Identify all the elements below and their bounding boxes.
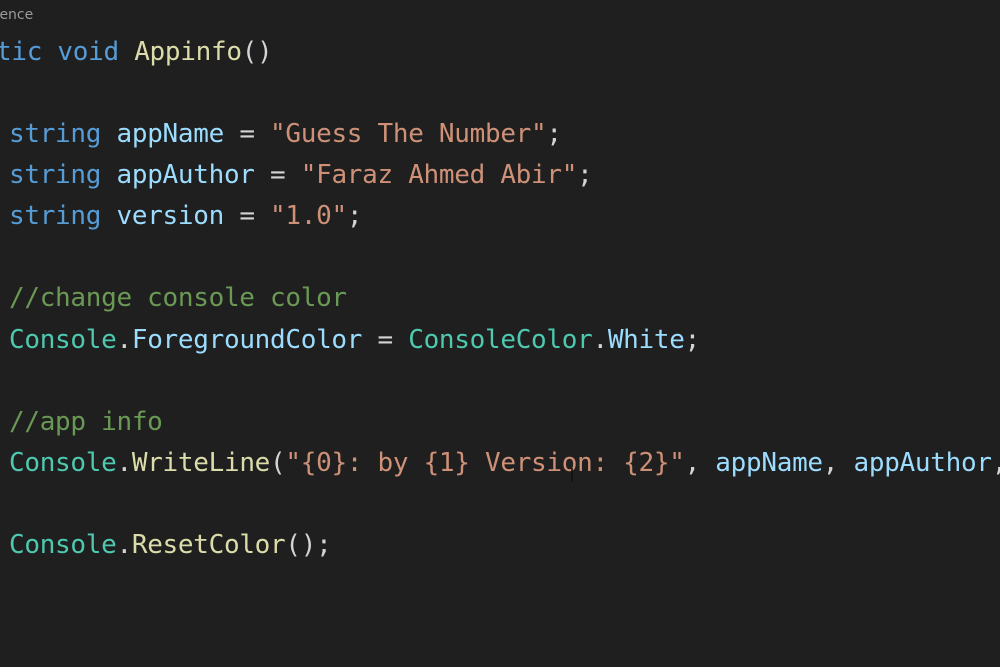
method-name: Appinfo	[134, 37, 242, 67]
variable-name: version	[116, 201, 224, 231]
method-call: WriteLine	[131, 448, 271, 478]
semicolon: ;	[684, 325, 701, 355]
code-editor[interactable]: rence tic void Appinfo() string appName …	[0, 0, 1000, 667]
return-type-keyword: void	[57, 37, 119, 67]
open-paren: (	[270, 448, 286, 478]
comment: //change console color	[9, 283, 347, 313]
argument-appauthor: appAuthor	[853, 448, 992, 478]
semicolon: ;	[577, 160, 593, 190]
separator: ,	[822, 448, 854, 478]
type-keyword: string	[9, 119, 102, 149]
code-line-appname[interactable]: string appName = "Guess The Number";	[9, 117, 562, 151]
class-name: Console	[9, 325, 117, 355]
enum-member: White	[607, 325, 685, 355]
string-literal: "Faraz Ahmed Abir"	[300, 160, 578, 190]
type-keyword: string	[9, 201, 102, 231]
string-literal: "Guess The Number"	[270, 119, 547, 149]
semicolon: ;	[546, 119, 562, 149]
assign-operator: =	[254, 160, 301, 190]
class-name: Console	[9, 530, 117, 560]
type-keyword: string	[9, 160, 102, 190]
format-string-literal: "{0}: by {1} Version: {2}"	[285, 448, 685, 478]
code-line-appauthor[interactable]: string appAuthor = "Faraz Ahmed Abir";	[9, 158, 593, 192]
separator: ,	[684, 448, 716, 478]
dot: .	[116, 530, 132, 560]
code-line-version[interactable]: string version = "1.0";	[9, 199, 362, 233]
code-line-method-signature[interactable]: tic void Appinfo()	[0, 35, 273, 69]
method-call: ResetColor	[131, 530, 286, 560]
code-line-comment-app-info[interactable]: //app info	[9, 405, 163, 439]
code-line-writeline[interactable]: Console.WriteLine("{0}: by {1} Version: …	[9, 446, 1000, 480]
semicolon: ;	[346, 201, 363, 231]
assign-operator: =	[362, 325, 409, 355]
variable-name: appName	[116, 119, 224, 149]
string-literal: "1.0"	[270, 201, 347, 231]
call-end: ();	[285, 530, 332, 560]
class-name: Console	[9, 448, 117, 478]
property-name: ForegroundColor	[131, 325, 363, 355]
parentheses: ()	[241, 37, 273, 67]
dot: .	[116, 448, 132, 478]
enum-name: ConsoleColor	[408, 325, 593, 355]
code-line-comment-console-color[interactable]: //change console color	[9, 281, 347, 315]
assign-operator: =	[223, 119, 271, 149]
separator: ,	[992, 448, 1000, 478]
variable-name: appAuthor	[116, 160, 255, 190]
codelens-references[interactable]: rence	[0, 7, 33, 23]
comment: //app info	[9, 407, 163, 437]
assign-operator: =	[223, 201, 271, 231]
argument-appname: appName	[715, 448, 823, 478]
text-cursor-icon	[571, 468, 573, 482]
modifier-keyword: tic	[0, 37, 43, 67]
code-line-foreground-color[interactable]: Console.ForegroundColor = ConsoleColor.W…	[9, 323, 700, 357]
code-line-reset-color[interactable]: Console.ResetColor();	[9, 528, 332, 562]
dot: .	[116, 325, 132, 355]
dot: .	[592, 325, 608, 355]
